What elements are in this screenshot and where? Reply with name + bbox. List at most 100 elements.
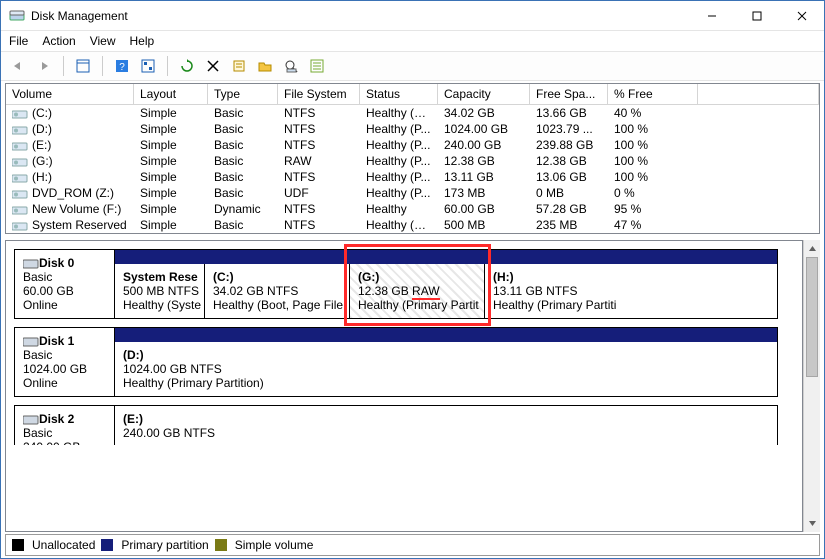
- partition-line2: 500 MB NTFS: [123, 284, 196, 298]
- swatch-primary: [101, 539, 113, 551]
- col-status[interactable]: Status: [360, 84, 438, 105]
- table-row[interactable]: System ReservedSimpleBasicNTFSHealthy (S…: [6, 217, 819, 233]
- partition-line2: 13.11 GB NTFS: [493, 284, 627, 298]
- partition-line3: Healthy (Syste: [123, 298, 196, 312]
- disk-bar: [115, 250, 777, 264]
- cell-fs: RAW: [278, 153, 360, 169]
- cell-status: Healthy (S...: [360, 217, 438, 233]
- swatch-unallocated: [12, 539, 24, 551]
- partition[interactable]: (D:)1024.00 GB NTFSHealthy (Primary Part…: [115, 342, 725, 396]
- cell-pct: 100 %: [608, 121, 698, 137]
- scroll-down-button[interactable]: [804, 515, 820, 532]
- partition[interactable]: (E:)240.00 GB NTFS: [115, 406, 725, 445]
- drive-icon: [12, 172, 28, 184]
- cell-fs: NTFS: [278, 201, 360, 217]
- vertical-scrollbar[interactable]: [803, 240, 820, 532]
- partition[interactable]: (C:)34.02 GB NTFSHealthy (Boot, Page Fil…: [205, 264, 350, 318]
- cell-fs: UDF: [278, 185, 360, 201]
- volume-name: (E:): [32, 138, 51, 152]
- cell-type: Basic: [208, 153, 278, 169]
- scroll-up-button[interactable]: [804, 240, 820, 257]
- cell-status: Healthy: [360, 201, 438, 217]
- cell-pct: 95 %: [608, 201, 698, 217]
- col-type[interactable]: Type: [208, 84, 278, 105]
- open-button[interactable]: [254, 55, 276, 77]
- delete-button[interactable]: [202, 55, 224, 77]
- app-icon: [9, 8, 25, 24]
- scroll-track[interactable]: [804, 257, 820, 515]
- disk-info: Disk 1Basic1024.00 GBOnline: [15, 328, 115, 396]
- cell-type: Basic: [208, 137, 278, 153]
- partition[interactable]: (H:)13.11 GB NTFSHealthy (Primary Partit…: [485, 264, 635, 318]
- cell-fs: NTFS: [278, 105, 360, 121]
- menu-action[interactable]: Action: [42, 34, 75, 48]
- table-row[interactable]: (G:)SimpleBasicRAWHealthy (P...12.38 GB1…: [6, 153, 819, 169]
- cell-layout: Simple: [134, 201, 208, 217]
- cell-free: 13.06 GB: [530, 169, 608, 185]
- volume-name: New Volume (F:): [32, 202, 121, 216]
- drive-icon: [12, 220, 28, 232]
- col-pctfree[interactable]: % Free: [608, 84, 698, 105]
- cell-pct: 0 %: [608, 185, 698, 201]
- disk-block[interactable]: Disk 2Basic240.00 GB(E:)240.00 GB NTFS: [14, 405, 778, 445]
- cell-status: Healthy (P...: [360, 137, 438, 153]
- drive-icon: [12, 108, 28, 120]
- rescan-button[interactable]: [280, 55, 302, 77]
- volume-list[interactable]: Volume Layout Type File System Status Ca…: [5, 83, 820, 234]
- volume-list-header[interactable]: Volume Layout Type File System Status Ca…: [6, 84, 819, 105]
- partition[interactable]: (G:)12.38 GB RAWHealthy (Primary Partit: [350, 264, 485, 318]
- cell-free: 235 MB: [530, 217, 608, 233]
- titlebar: Disk Management: [1, 1, 824, 31]
- maximize-button[interactable]: [734, 1, 779, 30]
- refresh-button[interactable]: [176, 55, 198, 77]
- menu-help[interactable]: Help: [130, 34, 155, 48]
- col-layout[interactable]: Layout: [134, 84, 208, 105]
- volume-name: (G:): [32, 154, 53, 168]
- scroll-thumb[interactable]: [806, 257, 818, 377]
- table-row[interactable]: New Volume (F:)SimpleDynamicNTFSHealthy6…: [6, 201, 819, 217]
- disk-map[interactable]: Disk 0Basic60.00 GBOnlineSystem Rese500 …: [6, 241, 802, 531]
- help-button[interactable]: ?: [111, 55, 133, 77]
- table-row[interactable]: (H:)SimpleBasicNTFSHealthy (P...13.11 GB…: [6, 169, 819, 185]
- table-row[interactable]: (E:)SimpleBasicNTFSHealthy (P...240.00 G…: [6, 137, 819, 153]
- col-filesystem[interactable]: File System: [278, 84, 360, 105]
- cell-capacity: 34.02 GB: [438, 105, 530, 121]
- cell-layout: Simple: [134, 169, 208, 185]
- table-row[interactable]: DVD_ROM (Z:)SimpleBasicUDFHealthy (P...1…: [6, 185, 819, 201]
- forward-button[interactable]: [33, 55, 55, 77]
- col-capacity[interactable]: Capacity: [438, 84, 530, 105]
- show-hide-tree-button[interactable]: [72, 55, 94, 77]
- volume-name: System Reserved: [32, 218, 127, 232]
- disk-bar: [115, 328, 777, 342]
- cell-status: Healthy (P...: [360, 121, 438, 137]
- col-free[interactable]: Free Spa...: [530, 84, 608, 105]
- back-button[interactable]: [7, 55, 29, 77]
- cell-capacity: 1024.00 GB: [438, 121, 530, 137]
- properties-button[interactable]: [228, 55, 250, 77]
- settings-button[interactable]: [137, 55, 159, 77]
- cell-free: 1023.79 ...: [530, 121, 608, 137]
- drive-icon: [12, 124, 28, 136]
- disk-block[interactable]: Disk 0Basic60.00 GBOnlineSystem Rese500 …: [14, 249, 778, 319]
- partition[interactable]: System Rese500 MB NTFSHealthy (Syste: [115, 264, 205, 318]
- partition-line2: 1024.00 GB NTFS: [123, 362, 717, 376]
- cell-pct: 40 %: [608, 105, 698, 121]
- volume-name: (C:): [32, 106, 52, 120]
- table-row[interactable]: (C:)SimpleBasicNTFSHealthy (B...34.02 GB…: [6, 105, 819, 121]
- cell-capacity: 240.00 GB: [438, 137, 530, 153]
- cell-layout: Simple: [134, 121, 208, 137]
- menu-view[interactable]: View: [90, 34, 116, 48]
- table-row[interactable]: (D:)SimpleBasicNTFSHealthy (P...1024.00 …: [6, 121, 819, 137]
- cell-fs: NTFS: [278, 121, 360, 137]
- disk-block[interactable]: Disk 1Basic1024.00 GBOnline(D:)1024.00 G…: [14, 327, 778, 397]
- partition-line3: Healthy (Primary Partition): [123, 376, 717, 390]
- list-button[interactable]: [306, 55, 328, 77]
- cell-status: Healthy (B...: [360, 105, 438, 121]
- partition-line3: Healthy (Boot, Page File,: [213, 298, 341, 312]
- col-volume[interactable]: Volume: [6, 84, 134, 105]
- cell-capacity: 500 MB: [438, 217, 530, 233]
- cell-free: 13.66 GB: [530, 105, 608, 121]
- minimize-button[interactable]: [689, 1, 734, 30]
- menu-file[interactable]: File: [9, 34, 28, 48]
- close-button[interactable]: [779, 1, 824, 30]
